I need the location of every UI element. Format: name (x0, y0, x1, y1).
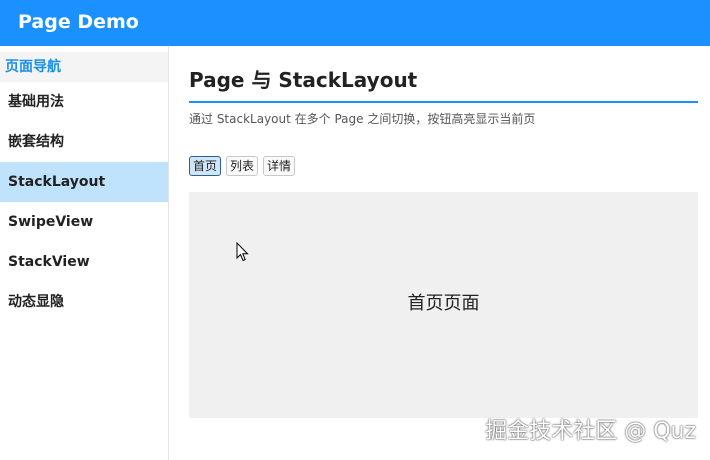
current-page-text: 首页页面 (407, 293, 480, 314)
app-title: Page Demo (18, 11, 139, 33)
sidebar-item-stackview[interactable]: StackView (0, 242, 168, 282)
sidebar-item-nested-structure[interactable]: 嵌套结构 (0, 122, 168, 162)
sidebar-item-swipeview[interactable]: SwipeView (0, 202, 168, 242)
sidebar-item-dynamic-visibility[interactable]: 动态显隐 (0, 282, 168, 322)
list-page-button[interactable]: 列表 (226, 156, 259, 176)
stack-layout-page-view: 首页页面 (189, 192, 698, 418)
sidebar-title: 页面导航 (0, 52, 168, 82)
mouse-cursor-icon (236, 242, 249, 262)
watermark: 掘金技术社区 @ Quz (485, 419, 696, 444)
title-divider (189, 101, 698, 103)
sidebar-item-stacklayout[interactable]: StackLayout (0, 162, 168, 202)
sidebar-item-basic-usage[interactable]: 基础用法 (0, 82, 168, 122)
app-window: Page Demo 页面导航 基础用法 嵌套结构 StackLayout Swi… (0, 0, 710, 460)
sidebar: 页面导航 基础用法 嵌套结构 StackLayout SwipeView Sta… (0, 46, 169, 460)
page-description: 通过 StackLayout 在多个 Page 之间切换，按钮高亮显示当前页 (189, 112, 536, 126)
app-header: Page Demo (0, 0, 710, 46)
home-page-button[interactable]: 首页 (189, 156, 222, 176)
page-title: Page 与 StackLayout (189, 68, 418, 92)
detail-page-button[interactable]: 详情 (263, 156, 296, 176)
main-content: Page 与 StackLayout 通过 StackLayout 在多个 Pa… (189, 46, 698, 460)
